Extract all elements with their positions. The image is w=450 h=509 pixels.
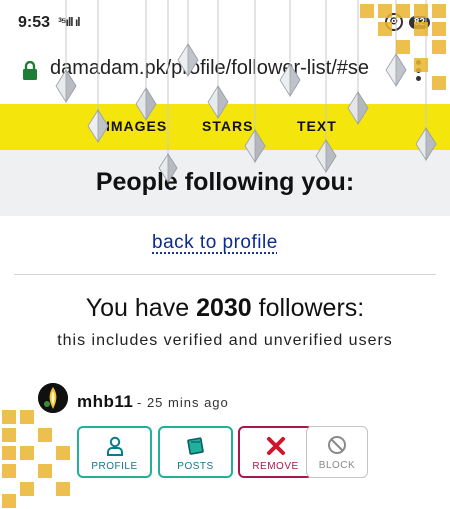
followers-prefix: You have [85, 294, 197, 322]
posts-button-label: POSTS [177, 461, 214, 472]
nav-stars[interactable]: STARS [202, 118, 253, 134]
nav-text[interactable]: TEXT [297, 118, 337, 134]
avatar-image [38, 383, 68, 413]
posts-button[interactable]: POSTS [158, 426, 233, 478]
url-text[interactable]: damadam.pk/profile/follower-list/#se [50, 57, 400, 80]
block-icon [328, 436, 346, 454]
gold-pixels-bottom-left [2, 410, 70, 508]
remove-button-label: REMOVE [252, 461, 299, 472]
battery-icon: 82 [408, 15, 430, 29]
kebab-menu-icon[interactable] [416, 60, 422, 82]
follower-meta: - 25 mins ago [137, 395, 229, 410]
nav-images[interactable]: IMAGES [106, 118, 167, 134]
followers-count: 2030 [196, 294, 252, 322]
close-icon [266, 437, 285, 455]
followers-subtitle: this includes verified and unverified us… [57, 332, 393, 349]
signal-icon: ³⁵ıll ıl [58, 15, 81, 29]
back-to-profile-link[interactable]: back to profile [152, 232, 278, 254]
followers-suffix: followers: [251, 294, 365, 322]
followers-summary: You have 2030 followers: [0, 294, 450, 323]
block-button[interactable]: BLOCK [306, 426, 368, 478]
person-icon [106, 436, 123, 456]
page-title: People following you: [95, 168, 355, 196]
profile-button[interactable]: PROFILE [77, 426, 152, 478]
profile-button-label: PROFILE [91, 461, 138, 472]
posts-icon [186, 437, 204, 455]
lock-icon[interactable] [22, 61, 38, 81]
alarm-icon: ⊙ [384, 13, 403, 31]
status-indicators: ⊙ 82 [384, 13, 430, 31]
status-bar: 9:53 ³⁵ıll ıl ⊙ 82 [0, 0, 450, 46]
status-time: 9:53 [18, 14, 51, 31]
follower-username[interactable]: mhb11 [77, 392, 133, 412]
remove-button[interactable]: REMOVE [238, 426, 313, 478]
divider [14, 274, 436, 275]
block-button-label: BLOCK [318, 460, 356, 471]
avatar[interactable] [38, 383, 68, 413]
